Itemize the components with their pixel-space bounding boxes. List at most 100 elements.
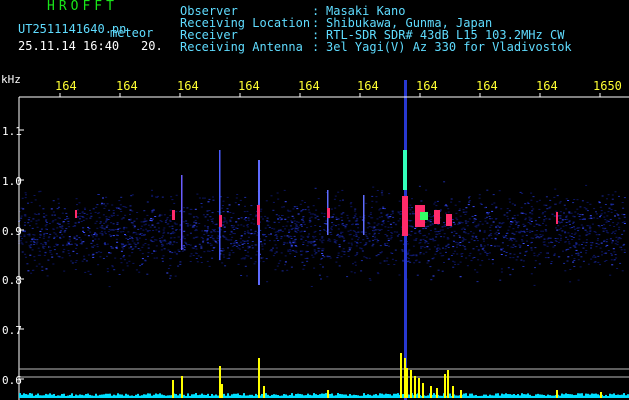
noise-dot: [467, 204, 470, 206]
noise-dot: [464, 214, 467, 215]
noise-dot: [600, 213, 603, 215]
noise-dot: [430, 216, 433, 218]
noise-dot: [281, 215, 284, 216]
noise-dot: [310, 242, 313, 244]
noise-dot: [285, 225, 288, 227]
noise-dot: [610, 253, 613, 254]
noise-dot: [97, 238, 100, 240]
noise-dot: [599, 214, 602, 216]
noise-dot: [539, 234, 542, 236]
noise-dot: [309, 213, 312, 215]
noise-dot: [542, 222, 544, 224]
noise-dot: [610, 232, 613, 234]
noise-dot: [381, 224, 384, 226]
noise-dot: [513, 215, 516, 216]
noise-dot: [38, 205, 41, 207]
noise-dot: [306, 260, 309, 262]
noise-dot: [506, 232, 509, 234]
noise-dot: [223, 236, 226, 238]
noise-dot: [288, 240, 291, 242]
noise-dot: [90, 234, 93, 236]
noise-dot: [499, 226, 502, 228]
level-peak: [263, 386, 265, 398]
baseline-bar: [177, 395, 179, 398]
noise-dot: [396, 235, 399, 237]
baseline-bar: [427, 395, 429, 398]
noise-dot: [499, 279, 502, 281]
noise-dot: [531, 230, 534, 232]
noise-dot: [237, 247, 240, 249]
noise-dot: [237, 224, 240, 226]
noise-dot: [39, 230, 42, 232]
noise-dot: [301, 200, 304, 202]
noise-dot: [500, 254, 503, 255]
noise-dot: [481, 223, 484, 225]
noise-dot: [360, 270, 363, 272]
noise-dot: [309, 220, 312, 222]
noise-dot: [260, 243, 263, 245]
noise-dot: [348, 220, 351, 222]
noise-dot: [459, 244, 462, 246]
noise-dot: [563, 212, 565, 214]
noise-dot: [89, 273, 92, 275]
noise-dot: [434, 201, 437, 203]
baseline-bar: [571, 394, 573, 398]
x-tick-label: 164: [177, 79, 199, 93]
noise-dot: [146, 231, 149, 233]
noise-dot: [438, 248, 441, 250]
noise-dot: [246, 224, 249, 225]
noise-dot: [476, 271, 479, 273]
noise-dot: [398, 200, 401, 202]
noise-dot: [595, 211, 597, 213]
baseline-bar: [491, 395, 493, 398]
noise-dot: [95, 206, 98, 208]
level-peak: [400, 353, 402, 398]
noise-dot: [398, 233, 400, 235]
baseline-bar: [565, 393, 567, 398]
noise-dot: [412, 213, 414, 215]
noise-dot: [295, 228, 298, 230]
noise-dot: [223, 226, 226, 228]
noise-dot: [143, 233, 146, 235]
noise-dot: [321, 250, 324, 252]
noise-dot: [192, 255, 195, 256]
noise-dot: [103, 231, 106, 233]
noise-dot: [116, 222, 119, 224]
y-tick-label: 0.8: [2, 274, 22, 287]
baseline-bar: [333, 395, 335, 398]
noise-dot: [329, 231, 332, 233]
noise-dot: [294, 229, 297, 231]
noise-dot: [390, 232, 393, 233]
noise-dot: [230, 243, 232, 245]
noise-dot: [416, 274, 419, 276]
noise-dot: [267, 221, 270, 223]
noise-dot: [247, 251, 249, 253]
noise-dot: [468, 196, 471, 197]
noise-dot: [485, 253, 488, 255]
noise-dot: [160, 241, 163, 243]
noise-dot: [476, 238, 478, 239]
noise-dot: [284, 201, 287, 203]
noise-dot: [173, 241, 176, 243]
noise-dot: [464, 220, 467, 222]
baseline-bar: [471, 393, 473, 398]
noise-dot: [463, 246, 466, 248]
noise-dot: [483, 250, 486, 252]
noise-dot: [529, 223, 532, 225]
noise-dot: [137, 228, 140, 230]
baseline-bar: [615, 394, 617, 398]
x-tick-label: 164: [416, 79, 438, 93]
noise-dot: [433, 246, 436, 248]
noise-dot: [127, 241, 130, 243]
noise-dot: [424, 242, 427, 244]
noise-dot: [516, 214, 519, 216]
noise-dot: [136, 237, 138, 239]
noise-dot: [105, 216, 108, 218]
noise-dot: [119, 227, 122, 229]
noise-dot: [412, 245, 415, 247]
noise-dot: [106, 224, 109, 226]
noise-dot: [242, 246, 244, 248]
baseline-bar: [513, 393, 515, 398]
noise-dot: [601, 195, 604, 197]
noise-dot: [235, 221, 238, 223]
